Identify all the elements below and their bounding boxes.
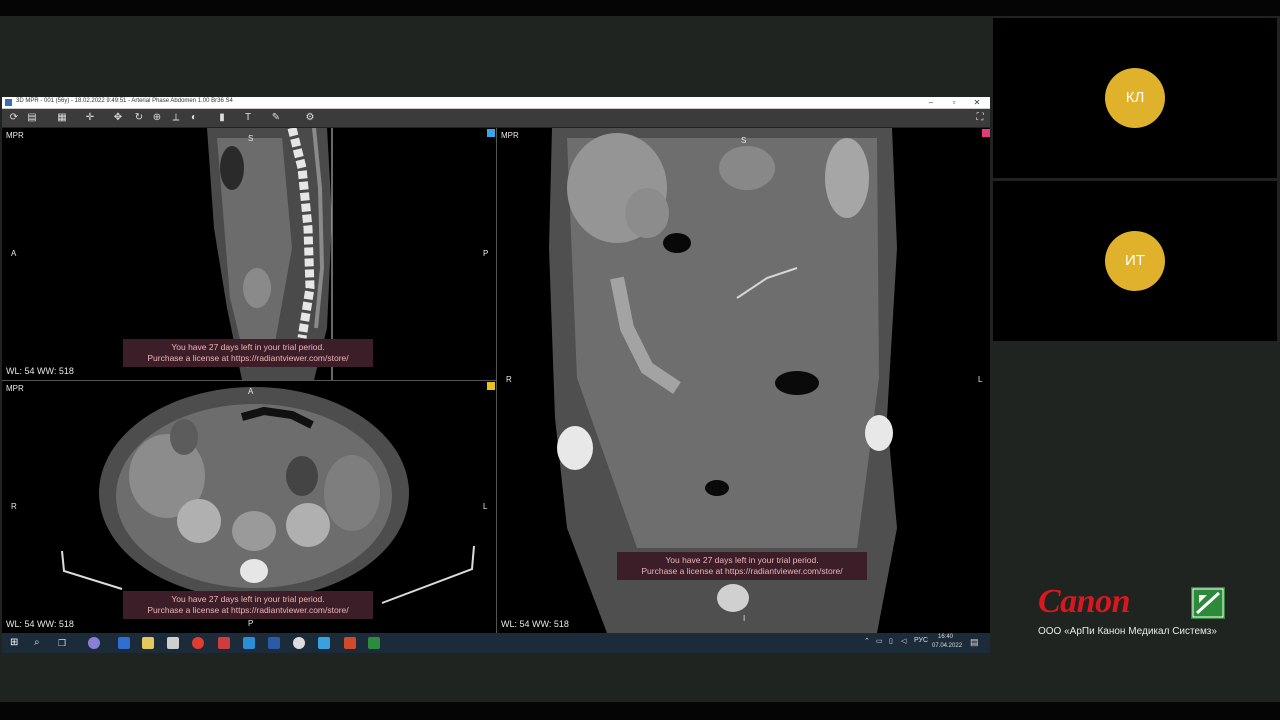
network-icon[interactable]: ▭ [876, 637, 883, 645]
viewer-toolbar: ⟳ ▤ ▦ ✛ ✥ ↻ ⊕ ⟂ ◐ ▮ T ✎ ⚙ ⛶ [2, 109, 990, 128]
app-icon-3[interactable] [218, 637, 230, 649]
viewport-coronal[interactable]: MPR S I R L You have 27 days left in you… [497, 128, 990, 633]
trial-line-2: Purchase a license at https://radiantvie… [147, 353, 349, 363]
task-view-icon[interactable]: ❐ [58, 637, 70, 649]
viewport-marker-yellow [487, 382, 495, 390]
mail-icon[interactable] [167, 637, 179, 649]
orientation-right: L [483, 502, 488, 511]
folder-icon[interactable] [142, 637, 154, 649]
app-icon-1[interactable] [88, 637, 100, 649]
window-level-readout: WL: 54 WW: 518 [6, 619, 74, 629]
sync-icon[interactable]: ⟳ [8, 112, 20, 124]
screen-bottom-bar [0, 702, 1280, 720]
trial-line-2: Purchase a license at https://radiantvie… [147, 605, 349, 615]
app-icon [5, 99, 12, 106]
orientation-left: R [506, 375, 512, 384]
battery-icon[interactable]: ▯ [889, 637, 893, 645]
zoom-icon[interactable]: ⊕ [151, 112, 163, 124]
fullscreen-icon[interactable]: ⛶ [974, 112, 986, 124]
layout-icon[interactable]: ▦ [56, 112, 68, 124]
volume-icon[interactable]: ◁ [901, 637, 906, 645]
trial-line-1: You have 27 days left in your trial peri… [171, 594, 325, 604]
arpi-logo-icon [1191, 587, 1225, 619]
window-level-readout: WL: 54 WW: 518 [6, 366, 74, 376]
trial-notice: You have 27 days left in your trial peri… [123, 339, 373, 367]
cine-icon[interactable]: ▮ [216, 112, 228, 124]
minimize-button[interactable]: – [920, 97, 942, 108]
app-icon-2[interactable] [118, 637, 130, 649]
app-icon-4[interactable] [243, 637, 255, 649]
orientation-left: R [11, 502, 17, 511]
notification-icon[interactable]: ▤ [970, 637, 979, 648]
avatar: КЛ [1105, 68, 1165, 128]
start-icon[interactable]: ⊞ [10, 637, 22, 649]
language-indicator[interactable]: РУС [914, 637, 928, 644]
window-title: 3D MPR - 001 (56y) - 18.02.2022 9:49:51 … [16, 98, 233, 104]
orientation-right: L [978, 375, 983, 384]
avatar: ИТ [1105, 231, 1165, 291]
viewport-axial[interactable]: MPR A P R L You have 27 days left in you… [2, 381, 497, 633]
app-icon-6[interactable] [318, 637, 330, 649]
trial-line-1: You have 27 days left in your trial peri… [665, 555, 819, 565]
canon-logo: Canon [1038, 583, 1131, 620]
clock-date[interactable]: 07.04.2022 [932, 643, 962, 649]
powerpoint-icon[interactable] [344, 637, 356, 649]
window-level-icon[interactable]: ◐ [188, 112, 200, 124]
windows-taskbar: ⊞ ⌕ ❐ ⌃ ▭ ▯ ◁ РУС 16:40 07.04.2022 ▤ [2, 633, 990, 653]
tray-up-icon[interactable]: ⌃ [864, 637, 870, 645]
app-icon-5[interactable] [293, 637, 305, 649]
orientation-bottom: P [248, 619, 254, 628]
window-titlebar: 3D MPR - 001 (56y) - 18.02.2022 9:49:51 … [2, 97, 990, 109]
rotate-icon[interactable]: ↻ [133, 112, 145, 124]
trial-notice: You have 27 days left in your trial peri… [617, 552, 867, 580]
trial-line-1: You have 27 days left in your trial peri… [171, 342, 325, 352]
company-name: ООО «АрПи Канон Медикал Системз» [1038, 626, 1217, 637]
screen-top-bar [0, 0, 1280, 16]
orientation-top: A [248, 387, 254, 396]
orientation-left: A [11, 249, 17, 258]
settings-icon[interactable]: ⚙ [304, 112, 316, 124]
viewport-sagittal[interactable]: MPR S A P You have 27 days left in your … [2, 128, 497, 381]
viewport-label: MPR [6, 131, 24, 140]
clock-time[interactable]: 16:40 [938, 634, 953, 640]
orientation-top: S [741, 136, 747, 145]
orientation-right: P [483, 249, 489, 258]
participant-tile[interactable]: КЛ [993, 18, 1277, 178]
measure-icon[interactable]: ⟂ [170, 112, 182, 124]
orientation-bottom: I [743, 614, 746, 623]
trial-notice: You have 27 days left in your trial peri… [123, 591, 373, 619]
viewport-label: MPR [501, 131, 519, 140]
orientation-top: S [248, 134, 254, 143]
participant-tile[interactable]: ИТ [993, 181, 1277, 341]
annotation-icon[interactable]: ✎ [270, 112, 282, 124]
pan-icon[interactable]: ✥ [112, 112, 124, 124]
window-level-readout: WL: 54 WW: 518 [501, 619, 569, 629]
close-button[interactable]: ✕ [966, 97, 988, 108]
shared-screen-window: 3D MPR - 001 (56y) - 18.02.2022 9:49:51 … [2, 97, 990, 653]
crosshair-icon[interactable]: ✛ [84, 112, 96, 124]
search-icon[interactable]: ⌕ [34, 637, 46, 649]
browser-icon[interactable] [192, 637, 204, 649]
excel-icon[interactable] [368, 637, 380, 649]
trial-line-2: Purchase a license at https://radiantvie… [641, 566, 843, 576]
viewport-marker-blue [487, 129, 495, 137]
viewport-label: MPR [6, 384, 24, 393]
text-tool-icon[interactable]: T [242, 112, 254, 124]
save-icon[interactable]: ▤ [26, 112, 38, 124]
maximize-button[interactable]: ▫ [943, 97, 965, 108]
word-icon[interactable] [268, 637, 280, 649]
viewport-marker-pink [982, 129, 990, 137]
